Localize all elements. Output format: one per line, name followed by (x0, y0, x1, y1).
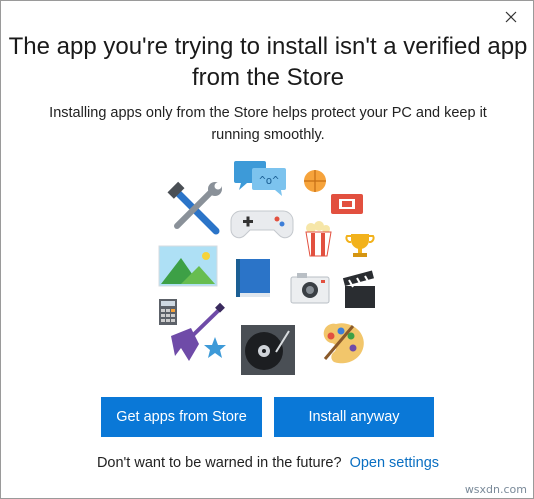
palette-icon (323, 323, 364, 364)
trophy-icon (345, 234, 375, 257)
store-apps-illustration: ^o^ (158, 161, 375, 375)
close-button[interactable] (499, 5, 523, 29)
calculator-icon (159, 299, 177, 325)
dialog-message: Installing apps only from the Store help… (49, 105, 487, 143)
chat-bubble-text: ^o^ (259, 174, 279, 187)
watermark: wsxdn.com (464, 483, 527, 496)
install-anyway-button[interactable]: Install anyway (274, 397, 434, 437)
gamepad-icon (230, 210, 294, 239)
popcorn-icon (305, 221, 332, 257)
get-apps-from-store-button[interactable]: Get apps from Store (101, 397, 262, 437)
book-icon (236, 259, 270, 297)
basketball-icon (304, 170, 326, 192)
footer: Don't want to be warned in the future? O… (1, 455, 533, 471)
star-icon (204, 337, 226, 358)
clapperboard-icon (342, 270, 375, 308)
install-warning-dialog: The app you're trying to install isn't a… (0, 0, 534, 499)
camera-icon (290, 273, 330, 304)
open-settings-link[interactable]: Open settings (350, 455, 439, 471)
footer-prompt: Don't want to be warned in the future? (96, 455, 342, 471)
turntable-icon (241, 325, 295, 375)
ticket-icon (331, 194, 363, 214)
dialog-title: The app you're trying to install isn't a… (8, 33, 528, 91)
close-icon (505, 11, 517, 23)
chat-bubbles-icon: ^o^ (234, 161, 286, 196)
picture-icon (158, 245, 218, 287)
tools-icon (167, 181, 222, 235)
